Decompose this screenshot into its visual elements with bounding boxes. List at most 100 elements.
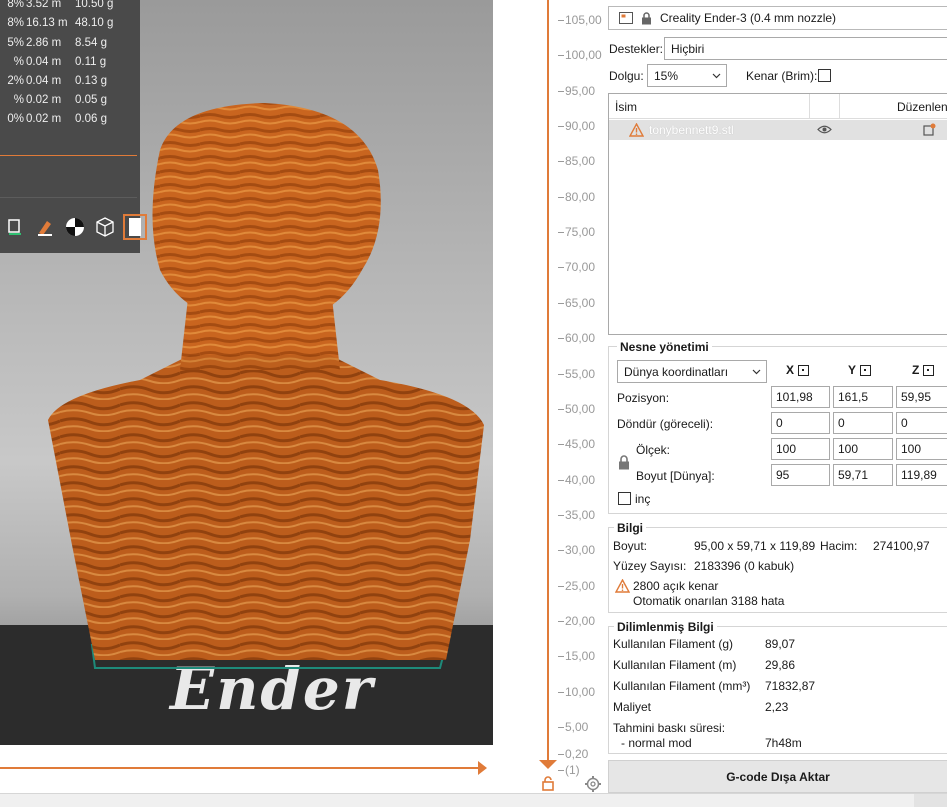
ruler-label: 105,00 [565,13,602,27]
axis-z-header[interactable]: Z [912,363,935,377]
column-name-header[interactable]: İsim [615,100,637,114]
supports-select[interactable]: Hiçbiri [664,37,947,60]
normal-mode-label: - normal mod [621,736,692,750]
ruler-tick [558,232,564,234]
cube-wireframe-icon[interactable] [90,212,120,242]
edit-settings-icon[interactable] [922,122,937,137]
supports-value: Hiçbiri [671,41,705,56]
highlighter-icon[interactable] [30,212,60,242]
ruler-label: 0,20 [565,747,589,761]
cost-value: 2,23 [765,700,789,714]
normal-mode-value: 7h48m [765,736,802,750]
ruler-tick [558,620,564,622]
warning-icon [629,123,644,137]
ruler-label: 45,00 [565,437,596,452]
size-z-input[interactable]: 119,89 [896,464,947,486]
warning-auto-repaired: Otomatik onarılan 3188 hata [633,594,785,608]
axis-y-header[interactable]: Y [848,363,872,377]
ruler-tick [558,754,564,755]
slider-handle-arrow-icon[interactable] [478,761,487,775]
ruler-label: 5,00 [565,720,589,734]
scale-x-input[interactable]: 100 [771,438,830,460]
ruler-tick [558,302,564,304]
ruler-label: 60,00 [565,331,596,346]
ruler-tick [558,90,564,92]
gear-icon[interactable] [584,775,602,793]
ruler-tick [558,479,564,481]
inch-checkbox[interactable] [618,492,631,505]
brim-checkbox[interactable] [818,69,831,82]
scale-z-input[interactable]: 100 [896,438,947,460]
rotate-x-input[interactable]: 0 [771,412,830,434]
ruler-label: 75,00 [565,225,596,240]
chevron-down-icon [752,369,761,375]
position-y-input[interactable]: 161,5 [833,386,893,408]
legend-row: 8% 3.52 m 10.50 g [7,0,114,10]
3d-viewport[interactable]: Ender 8% 3.52 m 10.50 g 8% 16.13 m 48.10… [0,0,493,745]
legend-row: 8% 16.13 m 48.10 g [7,17,114,29]
ruler-label: 10,00 [565,684,596,699]
scale-label: Ölçek: [636,443,671,457]
ruler-label: 35,00 [565,507,596,522]
target-icon[interactable] [60,212,90,242]
list-item[interactable]: tonybennett9.stl [609,120,947,140]
ruler-tick [558,770,564,771]
chevron-down-icon [712,73,721,79]
filament-g-value: 89,07 [765,637,796,651]
ruler-tick [558,161,564,163]
size-x-input[interactable]: 95 [771,464,830,486]
ruler-label: 40,00 [565,472,596,487]
filament-m-label: Kullanılan Filament (m) [613,658,737,672]
paint-icon[interactable] [0,212,30,242]
ruler-label: 85,00 [565,154,596,169]
legend-row: 5% 2.86 m 8.54 g [7,37,107,49]
position-z-input[interactable]: 59,95 [896,386,947,408]
printer-selector[interactable]: Creality Ender-3 (0.4 mm nozzle) [608,6,947,30]
position-x-input[interactable]: 101,98 [771,386,830,408]
vertical-layer-slider[interactable] [547,0,549,765]
column-divider[interactable] [809,94,810,119]
cost-label: Maliyet [613,700,652,714]
export-down-icon[interactable] [120,212,150,242]
ruler-label: 70,00 [565,260,596,275]
slider-handle-arrow-icon[interactable] [539,760,557,769]
sliced-info-title: Dilimlenmiş Bilgi [614,620,717,634]
rotate-z-input[interactable]: 0 [896,412,947,434]
ruler-tick [558,444,564,446]
object-list-header: İsim Düzenleni [609,94,947,119]
ruler-label: 25,00 [565,578,596,593]
ruler-tick [558,514,564,516]
lock-icon[interactable] [540,775,556,791]
horizontal-layer-slider[interactable] [0,767,480,769]
size-y-input[interactable]: 59,71 [833,464,893,486]
column-edit-header[interactable]: Düzenleni [897,100,947,114]
legend-row: % 0.04 m 0.11 g [13,56,107,68]
supports-label: Destekler: [609,42,664,56]
object-list[interactable]: İsim Düzenleni tonybennett9.stl [608,93,947,335]
warning-open-edges: 2800 açık kenar [633,579,719,593]
ruler-label: 20,00 [565,613,596,628]
lock-icon[interactable] [618,455,630,470]
ruler-tick [558,373,564,375]
column-divider[interactable] [839,94,840,119]
legend-separator [0,197,137,198]
status-bar-corner [914,794,947,807]
axis-x-header[interactable]: X [786,363,810,377]
ruler-tick [558,408,564,410]
scale-y-input[interactable]: 100 [833,438,893,460]
filament-mm3-label: Kullanılan Filament (mm³) [613,679,751,693]
eye-icon[interactable] [817,124,832,135]
ruler-tick [558,338,564,340]
ruler-tick [558,585,564,587]
info-facets-value: 2183396 (0 kabuk) [694,559,795,573]
printer-icon [619,12,633,24]
inch-label: inç [635,492,651,506]
size-label: Boyut [Dünya]: [636,469,715,483]
info-title: Bilgi [614,521,646,535]
infill-select[interactable]: 15% [647,64,727,87]
filament-mm3-value: 71832,87 [765,679,816,693]
ruler-label: 30,00 [565,543,596,558]
export-gcode-button[interactable]: G-code Dışa Aktar [608,760,947,793]
coordinate-system-select[interactable]: Dünya koordinatları [617,360,767,383]
rotate-y-input[interactable]: 0 [833,412,893,434]
